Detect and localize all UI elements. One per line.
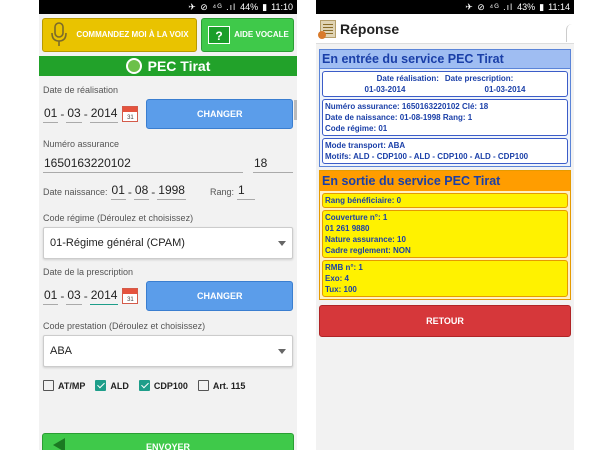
realisation-day-input[interactable]: 01 [43, 106, 59, 123]
dates-box: Date réalisation: Date prescription: 01-… [322, 71, 568, 97]
birth-year-input[interactable]: 1998 [157, 183, 186, 200]
battery-level: 43% [517, 2, 536, 12]
voice-command-button[interactable]: COMMANDEZ MOI À LA VOIX [42, 18, 197, 52]
input-panel: En entrée du service PEC Tirat Date réal… [319, 49, 571, 167]
rang-box: Rang bénéficiaire: 0 [322, 193, 568, 208]
battery-icon: ▮ [539, 1, 545, 12]
naissance-line: Date de naissance: 01-08-1998 Rang: 1 [325, 113, 473, 122]
checkbox-at-mp[interactable]: AT/MP [43, 380, 85, 391]
checkbox-art115[interactable]: Art. 115 [197, 380, 246, 391]
code-regime-select[interactable]: 01-Régime général (CPAM) [43, 227, 293, 259]
title-bar: Réponse [316, 14, 574, 44]
checkbox-label: ALD [110, 380, 129, 391]
rang-input[interactable]: 1 [237, 183, 255, 200]
input-panel-header: En entrée du service PEC Tirat [320, 50, 570, 69]
change-prescription-date-button[interactable]: CHANGER [146, 281, 293, 311]
scroll-edge [566, 24, 574, 42]
prescription-month-input[interactable]: 03 [66, 288, 82, 305]
calendar-icon[interactable]: 31 [122, 288, 139, 304]
numero-assurance-input[interactable]: 1650163220102 [43, 156, 243, 173]
page-title: Réponse [340, 20, 400, 37]
output-panel-header: En sortie du service PEC Tirat [320, 171, 570, 191]
checkbox-checked-icon [138, 380, 150, 391]
date-prescription-label: Date de la prescription [43, 267, 134, 277]
clock: 11:14 [548, 2, 570, 12]
patient-box: Numéro assurance: 1650163220102 Clé: 18 … [322, 99, 568, 136]
couverture-line: Couverture n°: 1 [325, 213, 388, 222]
app-banner: PEC Tirat [39, 56, 297, 76]
checkbox-label: Art. 115 [212, 380, 246, 391]
rang-line: Rang bénéficiaire: 0 [325, 196, 402, 205]
birth-day-input[interactable]: 01 [110, 183, 126, 200]
date-prescription-value: 01-03-2014 [484, 85, 526, 94]
return-button[interactable]: RETOUR [319, 305, 571, 337]
microphone-icon [51, 22, 67, 46]
calendar-icon[interactable]: 31 [122, 106, 139, 122]
assurance-line: Numéro assurance: 1650163220102 Clé: 18 [325, 102, 489, 111]
help-icon: ? [208, 26, 230, 44]
code-prestation-select[interactable]: ABA [43, 335, 293, 367]
exo-line: Exo: 4 [325, 274, 350, 283]
checkbox-label: AT/MP [58, 380, 86, 391]
motifs-line: Motifs: ALD - CDP100 - ALD - CDP100 - AL… [325, 152, 529, 161]
transport-box: Mode transport: ABA Motifs: ALD - CDP100… [322, 138, 568, 164]
app-title: PEC Tirat [147, 58, 211, 74]
dropdown-arrow-icon [278, 240, 286, 246]
date-realisation-label: Date de réalisation [43, 85, 119, 95]
birth-month-input[interactable]: 08 [133, 183, 150, 200]
realisation-year-input[interactable]: 2014 [89, 106, 119, 123]
realisation-month-input[interactable]: 03 [66, 106, 82, 123]
battery-icon: ▮ [262, 1, 268, 12]
status-bar: ✈ ⊘ ⁴ᴳ .ıl 44% ▮ 11:10 [39, 0, 297, 14]
numero-assurance-label: Numéro assurance [43, 139, 120, 149]
voice-command-label: COMMANDEZ MOI À LA VOIX [76, 30, 189, 39]
status-bar: ✈ ⊘ ⁴ᴳ .ıl 43% ▮ 11:14 [316, 0, 574, 14]
checkbox-cdp100[interactable]: CDP100 [138, 380, 188, 391]
code-regime-value: 01-Régime général (CPAM) [50, 237, 185, 249]
status-icons: ✈ ⊘ ⁴ᴳ .ıl [465, 1, 514, 12]
send-button[interactable]: ENVOYER [42, 433, 294, 450]
date-realisation-heading: Date réalisation: [376, 74, 439, 83]
rmb-box: RMB n°: 1 Exo: 4 Tux: 100 [322, 260, 568, 297]
prescription-year-input[interactable]: 2014 [89, 288, 119, 305]
change-realisation-date-button[interactable]: CHANGER [146, 99, 293, 129]
battery-level: 44% [240, 2, 259, 12]
code-prestation-label: Code prestation (Déroulez et choisissez) [43, 321, 206, 331]
voice-help-label: AIDE VOCALE [234, 30, 289, 39]
checkbox-label: CDP100 [153, 380, 188, 391]
send-arrow-icon [53, 438, 65, 450]
date-naissance-label: Date naissance: [43, 186, 108, 197]
regime-line: Code régime: 01 [325, 124, 388, 133]
checkbox-icon [197, 380, 209, 391]
form-screen: ✈ ⊘ ⁴ᴳ .ıl 44% ▮ 11:10 COMMANDEZ MOI À L… [39, 0, 297, 450]
code-prestation-value: ABA [50, 345, 73, 357]
send-label: ENVOYER [145, 442, 190, 450]
rang-label: Rang: [209, 186, 234, 197]
assurance-key-input[interactable]: 18 [253, 156, 293, 173]
transport-line: Mode transport: ABA [325, 141, 406, 150]
code-regime-label: Code régime (Déroulez et choisissez) [43, 213, 194, 223]
status-icons: ✈ ⊘ ⁴ᴳ .ıl [188, 1, 237, 12]
checkbox-icon [43, 380, 54, 391]
checkbox-ald[interactable]: ALD [95, 380, 129, 391]
couverture-box: Couverture n°: 1 01 261 9880 Nature assu… [322, 210, 568, 258]
date-realisation-value: 01-03-2014 [364, 85, 406, 94]
cadre-line: Cadre reglement: NON [325, 246, 411, 255]
nature-line: Nature assurance: 10 [325, 235, 406, 244]
dropdown-arrow-icon [278, 348, 286, 354]
checkbox-checked-icon [95, 380, 107, 391]
app-logo-icon [125, 58, 142, 74]
document-icon [318, 19, 336, 39]
output-panel: En sortie du service PEC Tirat Rang béné… [319, 170, 571, 300]
voice-help-button[interactable]: ? AIDE VOCALE [201, 18, 294, 52]
prescription-day-input[interactable]: 01 [43, 288, 59, 305]
date-prescription-heading: Date prescription: [444, 74, 514, 83]
clock: 11:10 [271, 2, 293, 12]
numero-line: 01 261 9880 [325, 224, 370, 233]
tux-line: Tux: 100 [325, 285, 357, 294]
scrollbar[interactable] [294, 100, 297, 120]
rmb-line: RMB n°: 1 [325, 263, 363, 272]
response-screen: ✈ ⊘ ⁴ᴳ .ıl 43% ▮ 11:14 Réponse En entrée… [316, 0, 574, 450]
